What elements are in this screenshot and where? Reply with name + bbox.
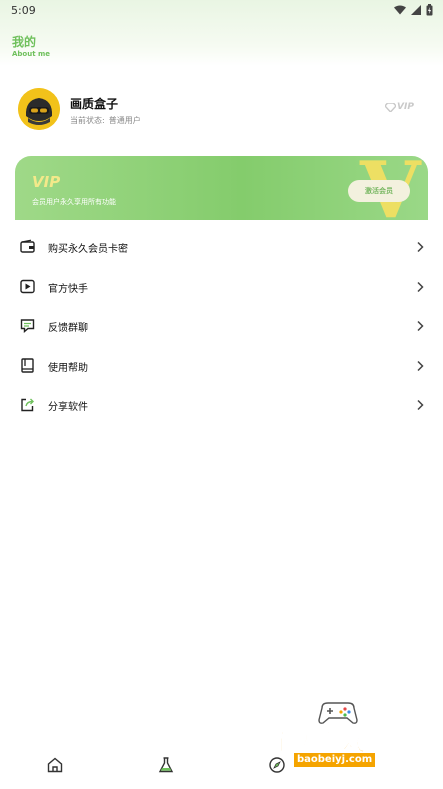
activate-vip-button[interactable]: 激活会员 — [348, 180, 410, 202]
menu-item-label: 使用帮助 — [48, 362, 88, 374]
avatar[interactable] — [18, 88, 60, 130]
status-label: 当前状态: — [70, 116, 105, 125]
menu-item-help[interactable]: 使用帮助 — [0, 346, 443, 386]
share-icon — [21, 398, 34, 412]
menu-item-label: 官方快手 — [48, 283, 88, 295]
chevron-right-icon — [417, 320, 424, 332]
book-icon — [21, 357, 34, 373]
menu-item-buy-membership[interactable]: 购买永久会员卡密 — [0, 227, 443, 267]
watermark-url: baobeiyj.com — [294, 753, 376, 767]
status-time: 5:09 — [11, 4, 36, 17]
battery-icon — [426, 4, 433, 16]
card-wallet-icon — [20, 239, 35, 253]
menu-item-official-kuaishou[interactable]: 官方快手 — [0, 267, 443, 307]
vip-card-title: VIP — [32, 173, 61, 191]
watermark-title: 宝贝游戏网 — [270, 728, 391, 757]
chevron-right-icon — [417, 281, 424, 292]
menu-list: 购买永久会员卡密 官方快手 反馈群聊 使用帮助 分享软件 — [0, 227, 443, 425]
vip-card-description: 会员用户永久享用所有功能 — [32, 198, 116, 206]
video-play-icon — [20, 279, 35, 293]
page-subtitle: About me — [12, 50, 51, 58]
status-icons — [394, 4, 433, 16]
signal-icon — [411, 5, 421, 15]
vip-card: V VIP 会员用户永久享用所有功能 激活会员 — [15, 156, 428, 220]
menu-item-label: 反馈群聊 — [48, 323, 88, 334]
vip-badge: VIP — [385, 102, 414, 112]
chevron-right-icon — [417, 241, 424, 253]
watermark: 宝贝游戏网 baobeiyj.com — [268, 698, 418, 778]
helmet-avatar-icon — [18, 88, 60, 130]
chat-icon — [20, 319, 35, 333]
status-bar: 5:09 — [0, 0, 443, 22]
menu-item-feedback-group[interactable]: 反馈群聊 — [0, 306, 443, 346]
profile-status: 当前状态: 普通用户 — [70, 115, 141, 126]
menu-item-share-app[interactable]: 分享软件 — [0, 385, 443, 425]
vip-badge-label: VIP — [397, 102, 414, 112]
status-value: 普通用户 — [108, 116, 141, 125]
diamond-icon — [385, 102, 396, 112]
menu-item-label: 分享软件 — [48, 402, 88, 413]
page-title: 我的 — [12, 35, 37, 49]
flask-icon[interactable] — [157, 756, 175, 774]
chevron-right-icon — [417, 399, 424, 411]
profile-name: 画质盒子 — [70, 97, 119, 111]
chevron-right-icon — [417, 360, 424, 371]
home-icon[interactable] — [46, 756, 64, 774]
menu-item-label: 购买永久会员卡密 — [48, 244, 128, 255]
wifi-icon — [394, 5, 406, 15]
